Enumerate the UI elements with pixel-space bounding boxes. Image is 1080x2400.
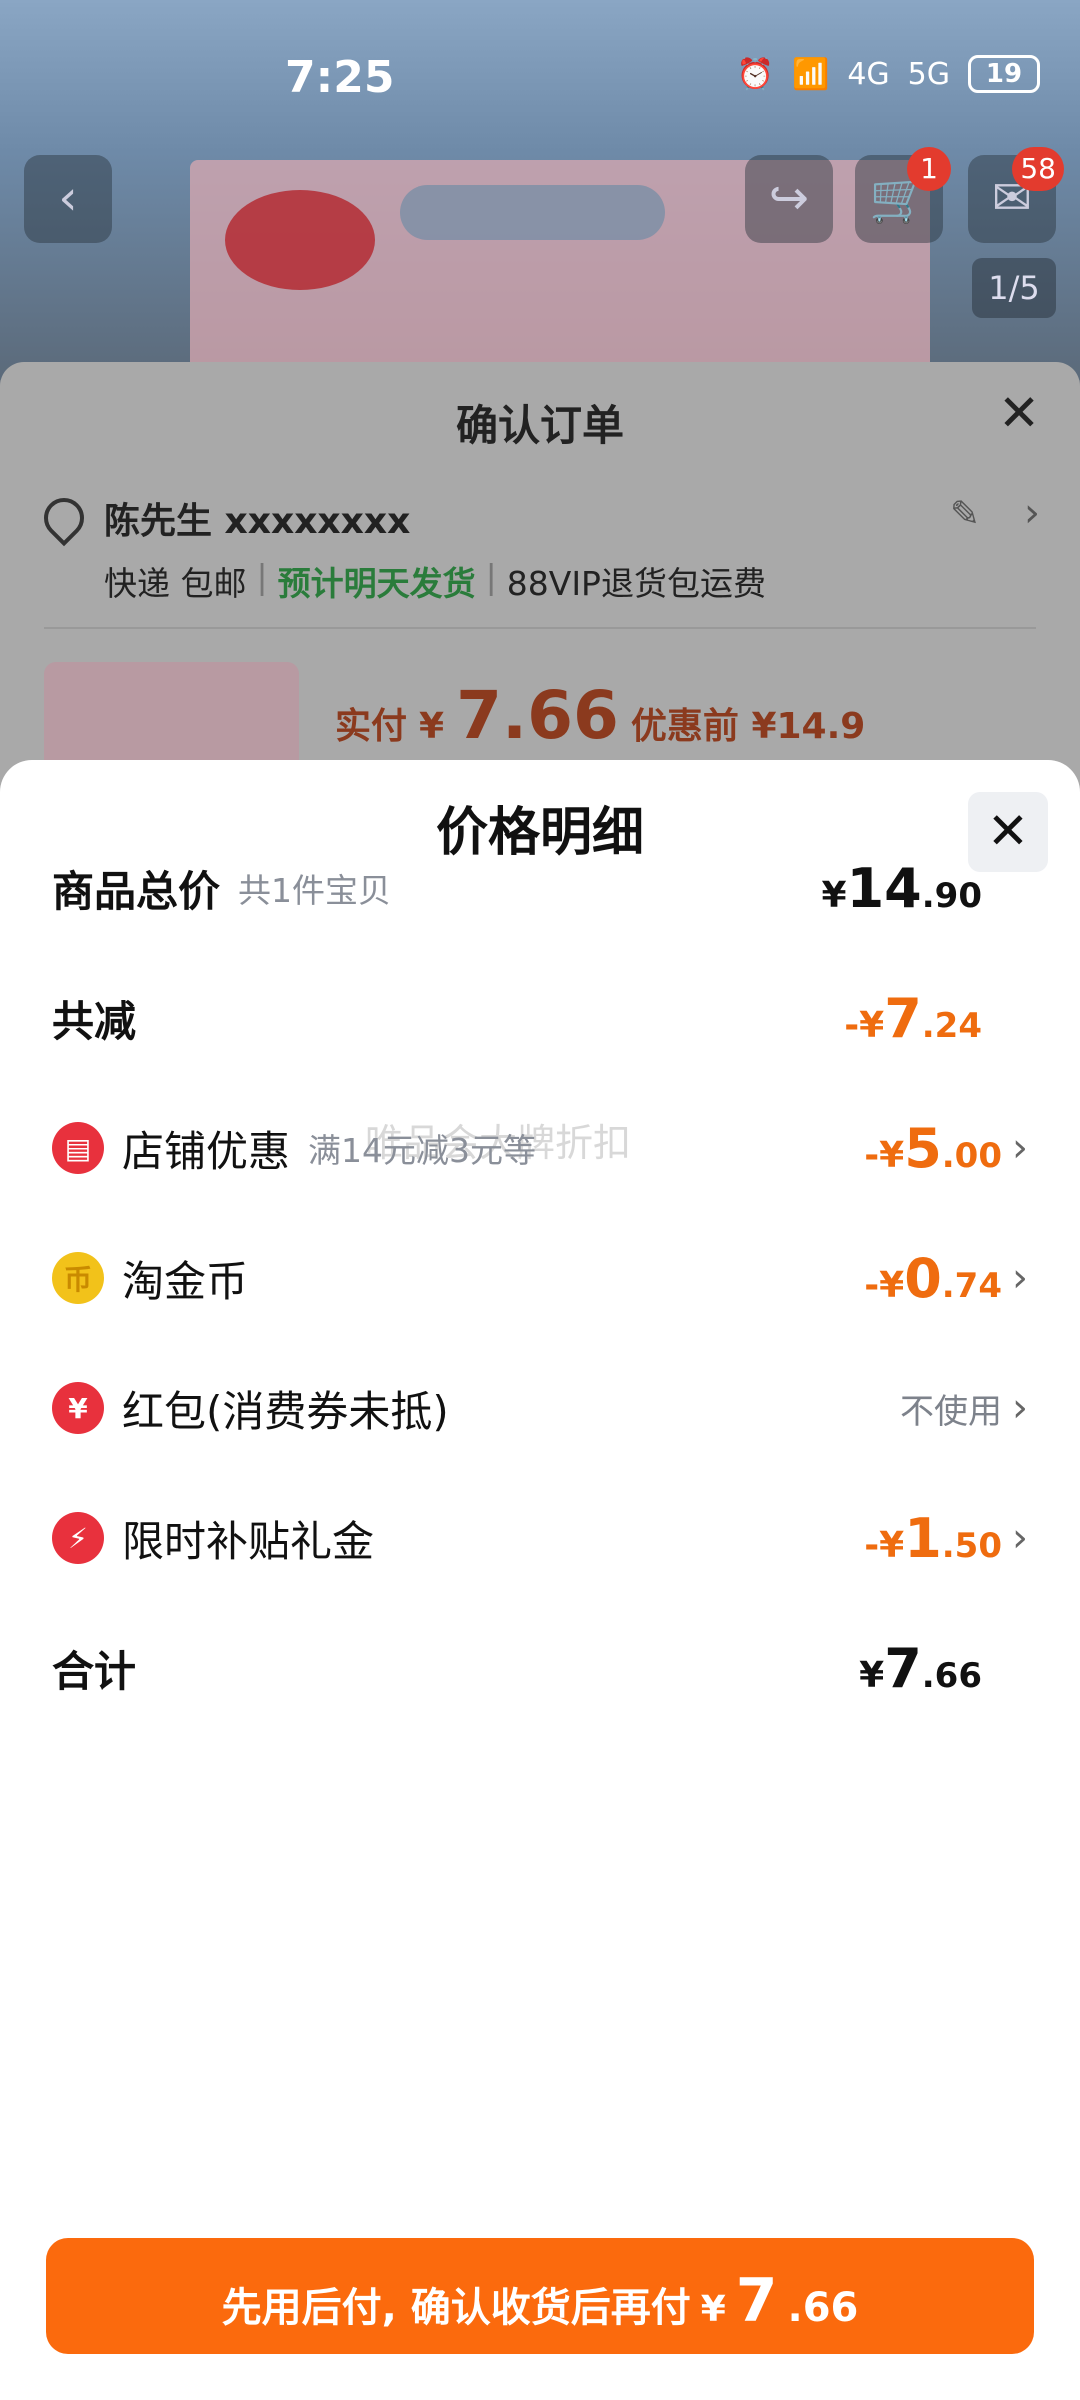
price-row-taojinbi[interactable]: 币 淘金币 -¥0.74 › (52, 1238, 1028, 1318)
pay-label: 实付 (335, 706, 408, 747)
status-icons: ⏰ 📶 4G 5G 19 (737, 55, 1040, 93)
chevron-right-icon[interactable]: › (1024, 490, 1040, 536)
price-row-subsidy[interactable]: ⚡ 限时补贴礼金 -¥1.50 › (52, 1498, 1028, 1578)
location-pin-icon (35, 489, 93, 547)
row-label: 红包(消费券未抵) (122, 1386, 449, 1436)
row-sublabel: 共1件宝贝 (238, 871, 392, 910)
message-button[interactable]: ✉ 58 (968, 147, 1064, 243)
pay-later-button[interactable]: 先用后付, 确认收货后再付 ¥7.66 (46, 2238, 1034, 2354)
store-icon: ▤ (52, 1122, 104, 1174)
status-bar: 7:25 ⏰ 📶 4G 5G 19 (0, 0, 1080, 140)
price-row-store-discount[interactable]: ▤ 店铺优惠 满14元减3元等 -¥5.00 › (52, 1108, 1028, 1188)
shipping-perk: 88VIP退货包运费 (506, 564, 766, 603)
back-button[interactable]: ‹ (24, 155, 112, 243)
cart-badge: 1 (907, 147, 951, 191)
share-button[interactable]: ↪ (745, 155, 833, 243)
confirm-order-title: 确认订单 (455, 401, 624, 450)
edit-icon[interactable]: ✎ (950, 494, 980, 535)
bolt-icon: ⚡ (52, 1512, 104, 1564)
price-row-total-goods: 商品总价 共1件宝贝 ¥14.90 (52, 848, 1028, 928)
battery-icon: 19 (968, 55, 1040, 93)
red-packet-icon: ¥ (52, 1382, 104, 1434)
chevron-right-icon: › (1012, 1515, 1028, 1561)
row-label: 合计 (52, 1646, 137, 1696)
row-amount: ¥14.90 (821, 856, 982, 920)
pay-summary: 实付 ¥ 7.66 优惠前 ¥14.9 (335, 677, 865, 754)
signal-4g-icon: 4G (847, 56, 890, 92)
shipping-info: 快递 包邮 | 预计明天发货 | 88VIP退货包运费 (104, 557, 766, 605)
alarm-icon: ⏰ (736, 56, 774, 92)
price-row-grand-total: 合计 ¥7.66 (52, 1628, 1028, 1708)
row-amount: -¥1.50 (864, 1506, 1002, 1570)
row-sublabel: 满14元减3元等 (308, 1131, 537, 1170)
cta-amount-int: 7 (735, 2266, 778, 2336)
pay-currency: ¥ (419, 706, 445, 747)
recipient-name: 陈先生 xxxxxxxx (104, 501, 411, 542)
cart-button[interactable]: 🛒 1 (855, 147, 951, 243)
message-badge: 58 (1012, 147, 1064, 191)
cta-currency: ¥ (700, 2289, 726, 2330)
signal-5g-icon: 5G (907, 56, 950, 92)
shipping-method: 快递 包邮 (104, 564, 247, 603)
pre-discount-price: 优惠前 ¥14.9 (630, 706, 866, 747)
brand-logo (225, 190, 375, 290)
row-amount: -¥7.24 (844, 986, 982, 1050)
status-time: 7:25 (285, 52, 395, 103)
close-icon[interactable]: ✕ (998, 384, 1040, 442)
chevron-right-icon: › (1012, 1125, 1028, 1171)
chevron-right-icon: › (1012, 1255, 1028, 1301)
divider: | (485, 557, 497, 596)
cta-amount-dec: .66 (787, 2285, 859, 2331)
row-label: 店铺优惠 (122, 1126, 291, 1176)
price-row-red-packet[interactable]: ¥ 红包(消费券未抵) 不使用 › (52, 1368, 1028, 1448)
row-label: 商品总价 (52, 866, 221, 916)
row-value-text: 不使用 (900, 1391, 1002, 1432)
image-counter: 1/5 (972, 258, 1056, 318)
pay-amount: 7.66 (456, 677, 619, 754)
row-label: 淘金币 (122, 1256, 249, 1306)
row-label: 限时补贴礼金 (122, 1516, 375, 1566)
cta-text: 先用后付, 确认收货后再付 (221, 2285, 691, 2331)
address-row[interactable]: 陈先生 xxxxxxxx (35, 489, 411, 547)
divider: | (256, 557, 268, 596)
price-row-total-discount: 共减 -¥7.24 (52, 978, 1028, 1058)
row-amount: -¥5.00 (864, 1116, 1002, 1180)
chevron-right-icon: › (1012, 1385, 1028, 1431)
search-pill (400, 185, 665, 240)
wifi-icon: 📶 (791, 56, 830, 92)
shipping-eta: 预计明天发货 (277, 564, 476, 603)
divider (44, 627, 1036, 629)
row-amount: -¥0.74 (864, 1246, 1002, 1310)
row-label: 共减 (52, 996, 137, 1046)
price-detail-sheet: 价格明细 ✕ 唯品会大牌折扣 商品总价 共1件宝贝 ¥14.90 共减 -¥7.… (0, 760, 1080, 2400)
coin-icon: 币 (52, 1252, 104, 1304)
row-amount: ¥7.66 (859, 1636, 982, 1700)
